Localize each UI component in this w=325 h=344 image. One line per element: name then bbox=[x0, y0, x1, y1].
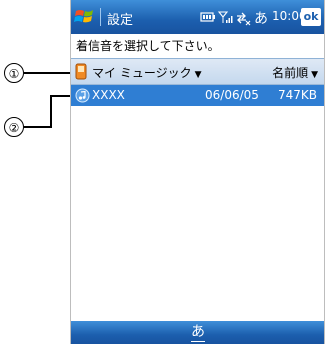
chevron-down-icon: ▼ bbox=[194, 70, 202, 80]
file-row[interactable]: XXXX 06/06/05 747KB bbox=[71, 85, 324, 106]
battery-icon bbox=[200, 12, 215, 22]
title-separator bbox=[100, 8, 101, 26]
callout-1: ① bbox=[4, 63, 24, 83]
folder-label: マイ ミュージック bbox=[92, 66, 192, 80]
bottom-menu-bar: あ bbox=[71, 321, 324, 344]
sort-label: 名前順 bbox=[272, 66, 309, 80]
windows-flag-icon[interactable] bbox=[74, 7, 96, 27]
file-size: 747KB bbox=[278, 88, 318, 102]
file-name: XXXX bbox=[92, 88, 125, 102]
ok-button[interactable]: ok bbox=[301, 8, 321, 26]
callout-1-line bbox=[24, 72, 74, 74]
status-icons[interactable] bbox=[200, 8, 252, 26]
phone-folder-icon bbox=[75, 63, 87, 80]
callout-2-line-v bbox=[50, 96, 52, 128]
sort-dropdown[interactable]: 名前順 ▼ bbox=[272, 64, 318, 81]
instruction-text: 着信音を選択して下さい。 bbox=[71, 34, 324, 59]
connectivity-icon bbox=[237, 12, 251, 26]
list-header: マイ ミュージック ▼ 名前順 ▼ bbox=[71, 59, 324, 85]
music-file-icon bbox=[75, 88, 90, 103]
input-panel-button[interactable]: あ bbox=[191, 323, 205, 342]
page-title: 設定 bbox=[107, 13, 134, 28]
callout-2-line-h bbox=[24, 126, 52, 128]
folder-dropdown[interactable]: マイ ミュージック ▼ bbox=[92, 64, 202, 81]
file-date: 06/06/05 bbox=[205, 88, 259, 102]
device-screen: 設定 あ 10:00 ok 着信音を選択して下さい。 マイ ミュージック ▼ 名… bbox=[70, 0, 325, 344]
chevron-down-icon: ▼ bbox=[311, 70, 318, 80]
title-bar: 設定 あ 10:00 ok bbox=[71, 0, 324, 34]
ime-indicator[interactable]: あ bbox=[254, 8, 268, 28]
callout-2: ② bbox=[4, 117, 24, 137]
signal-icon bbox=[217, 11, 233, 23]
